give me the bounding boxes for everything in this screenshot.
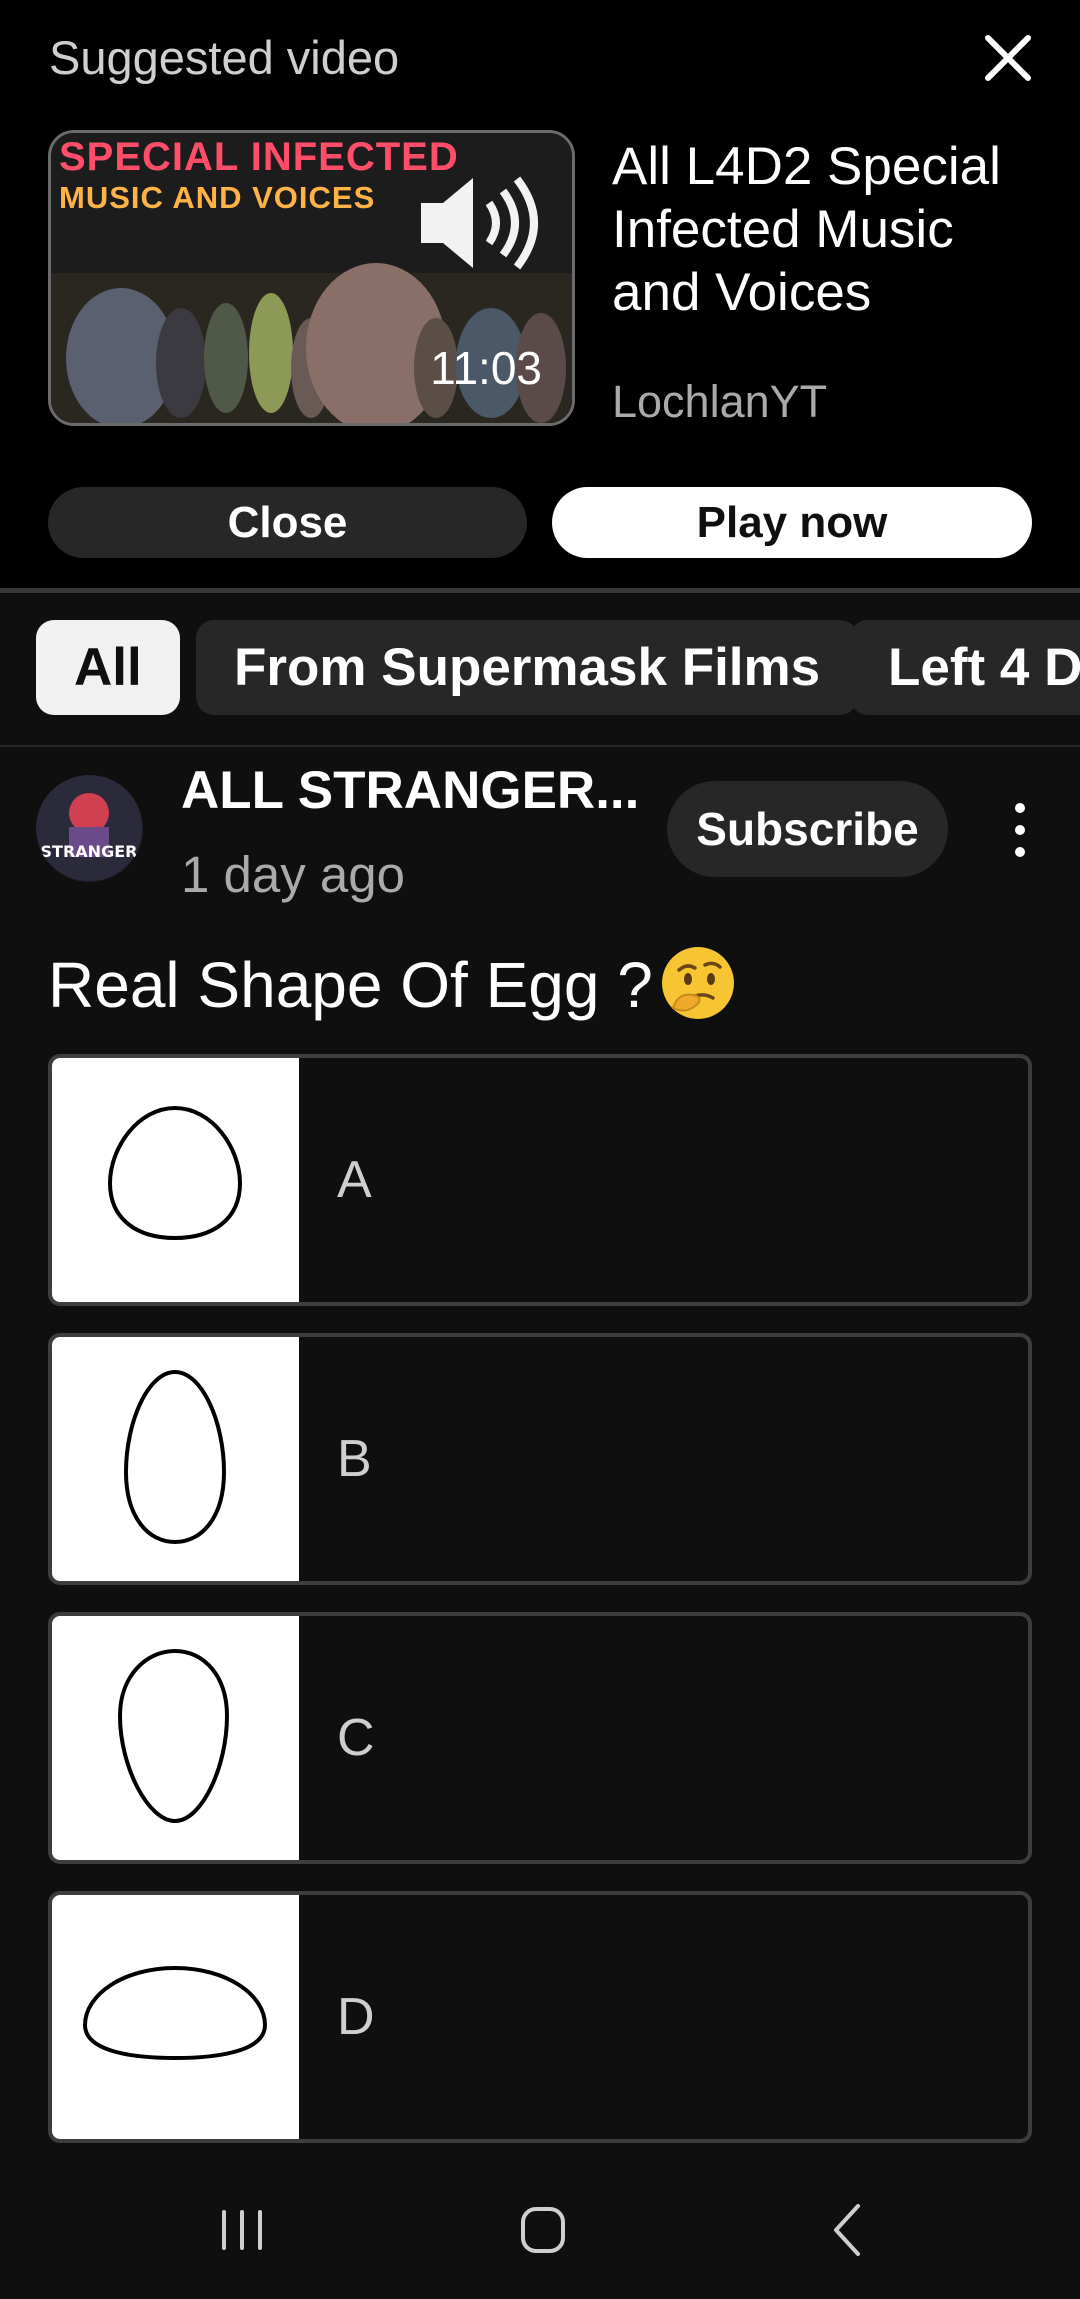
post-title: Real Shape Of Egg ?: [48, 947, 737, 1022]
channel-name[interactable]: ALL STRANGER...: [181, 760, 639, 821]
round-egg-shape: [107, 1105, 243, 1241]
suggested-video-title[interactable]: All L4D2 Special Infected Music and Voic…: [612, 135, 1052, 324]
post-title-text: Real Shape Of Egg ?: [48, 949, 653, 1021]
svg-text:STRANGER: STRANGER: [41, 842, 138, 861]
poll-option-b[interactable]: B: [48, 1333, 1032, 1585]
egg-shape-image: [52, 1058, 299, 1302]
poll-option-a[interactable]: A: [48, 1054, 1032, 1306]
egg-shape-image: [52, 1337, 299, 1581]
inverted-egg-shape: [117, 1648, 230, 1824]
video-thumbnail[interactable]: SPECIAL INFECTED MUSIC AND VOICES 11:03: [48, 130, 575, 426]
video-duration: 11:03: [430, 342, 542, 394]
suggested-video-heading: Suggested video: [49, 31, 400, 84]
play-now-button[interactable]: Play now: [552, 487, 1032, 558]
egg-shape-image: [52, 1895, 299, 2139]
thumbnail-title-line1: SPECIAL INFECTED: [59, 135, 459, 179]
poll-option-d[interactable]: D: [48, 1891, 1032, 2143]
post-time: 1 day ago: [181, 846, 406, 903]
avatar-image: STRANGER: [36, 775, 142, 881]
panel-divider: [0, 588, 1080, 593]
tall-egg-shape: [123, 1369, 227, 1545]
filter-chips: All From Supermask Films Left 4 De: [0, 594, 1080, 744]
system-navigation-bar: [0, 2160, 1080, 2299]
more-options-icon[interactable]: [1006, 800, 1034, 860]
poll-option-label: A: [337, 1151, 372, 1209]
suggested-video-channel: LochlanYT: [612, 376, 828, 427]
recent-apps-icon[interactable]: [202, 2190, 282, 2270]
chips-divider: [0, 745, 1080, 747]
chip-left-4-dead[interactable]: Left 4 De: [850, 620, 1080, 715]
close-icon[interactable]: [980, 30, 1036, 86]
flat-dome-shape: [82, 1965, 268, 2061]
close-button[interactable]: Close: [48, 487, 527, 558]
poll-option-c[interactable]: C: [48, 1612, 1032, 1864]
chip-from-supermask-films[interactable]: From Supermask Films: [196, 620, 859, 715]
home-icon[interactable]: [503, 2190, 583, 2270]
suggested-video-panel: Suggested video SPECIAL INFECTED MUSIC A…: [0, 0, 1080, 590]
chip-all[interactable]: All: [36, 620, 180, 715]
back-icon[interactable]: [806, 2190, 886, 2270]
egg-shape-image: [52, 1616, 299, 1860]
subscribe-button[interactable]: Subscribe: [667, 781, 948, 877]
avatar[interactable]: STRANGER: [36, 775, 143, 882]
poll-option-label: D: [337, 1988, 375, 2046]
thinking-face-icon: [661, 947, 734, 1020]
poll-option-label: B: [337, 1430, 372, 1488]
thumbnail-title-line2: MUSIC AND VOICES: [59, 180, 376, 215]
poll-option-label: C: [337, 1709, 375, 1767]
